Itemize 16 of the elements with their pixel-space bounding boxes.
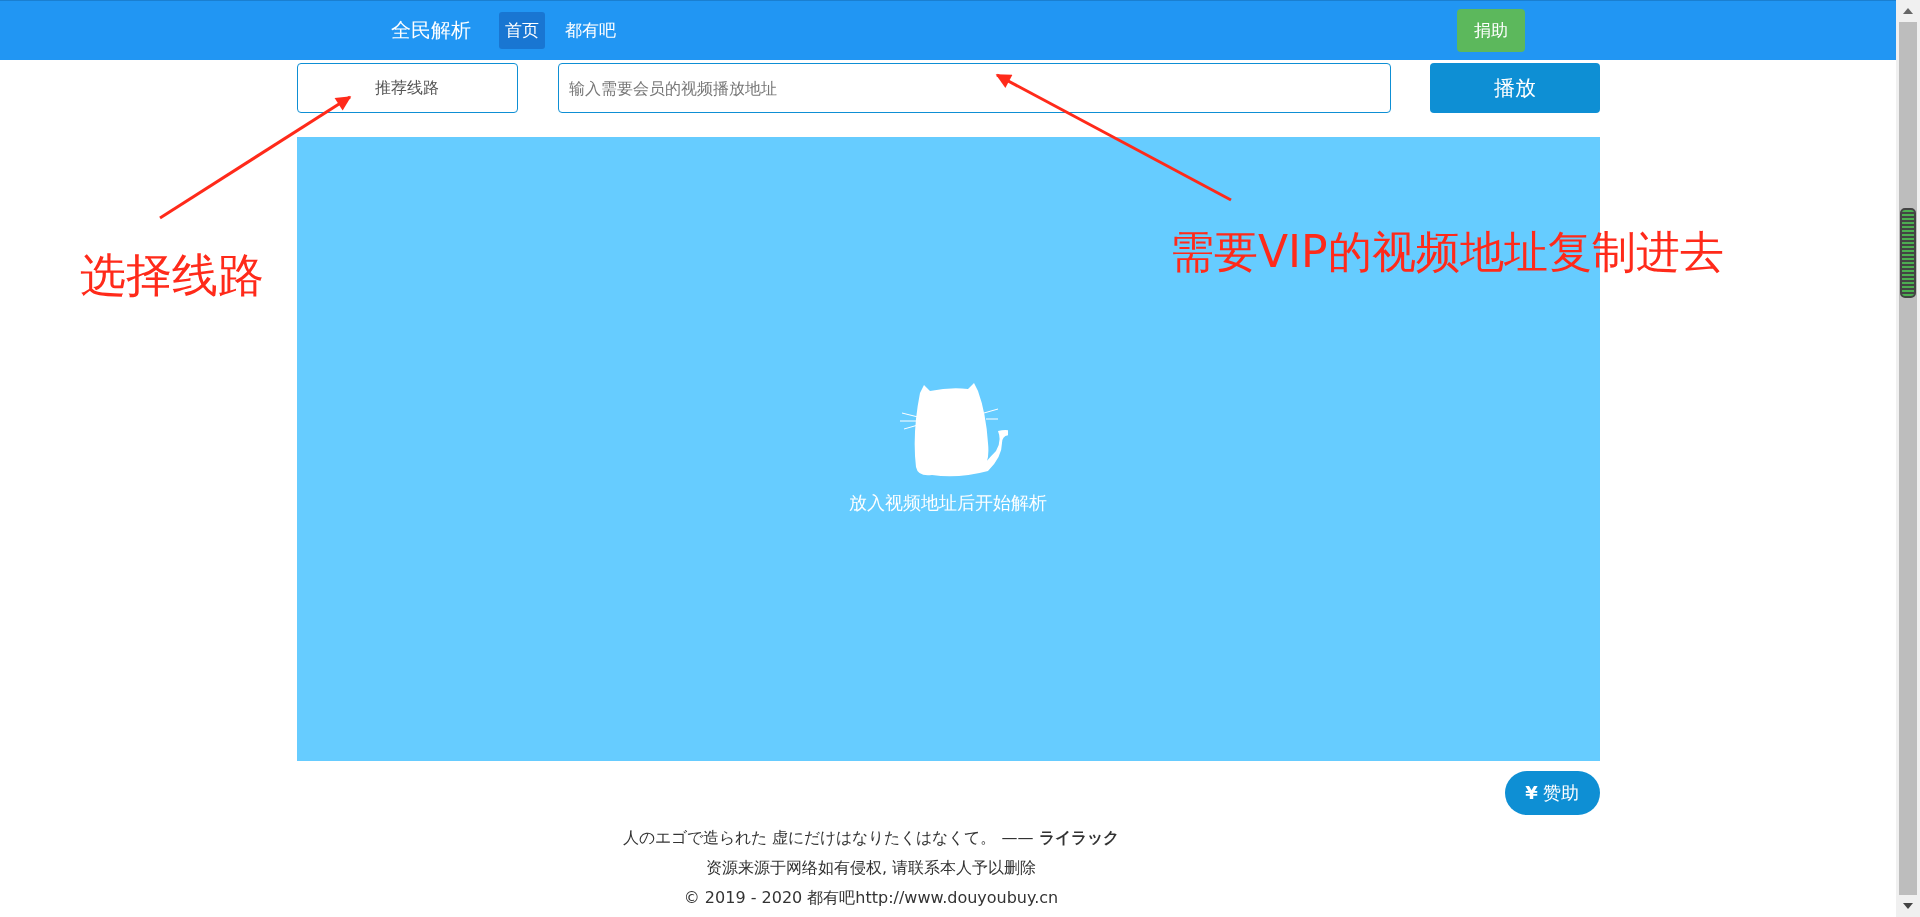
player-message: 放入视频地址后开始解析 — [849, 491, 1047, 515]
scrollbar[interactable] — [1896, 0, 1920, 917]
scroll-thumb[interactable] — [1900, 208, 1916, 298]
play-button[interactable]: 播放 — [1429, 63, 1600, 113]
disclaimer-text: 资源来源于网络如有侵权, 请联系本人予以删除 — [704, 857, 1038, 879]
cat-icon — [898, 383, 1008, 479]
annotation-text: 选择线路 — [80, 252, 264, 298]
copyright-text: © 2019 - 2020 都有吧http://www.douyoubuy.cn — [682, 887, 1060, 909]
url-input-field[interactable]: 输入需要会员的视频播放地址 — [557, 63, 1391, 113]
donate-button[interactable]: 捐助 — [1456, 9, 1525, 52]
line-select[interactable]: 推荐线路 — [296, 63, 518, 113]
sponsor-button[interactable]: ¥ 赞助 — [1505, 771, 1600, 815]
quote-text: 人のエゴで造られた 虚にだけはなりたくはなくて。 —— ライラック — [622, 827, 1120, 849]
nav-link[interactable]: 首页 — [498, 12, 545, 49]
nav-link[interactable]: 都有吧 — [558, 12, 622, 49]
brand-link[interactable]: 全民解析 — [390, 17, 471, 44]
